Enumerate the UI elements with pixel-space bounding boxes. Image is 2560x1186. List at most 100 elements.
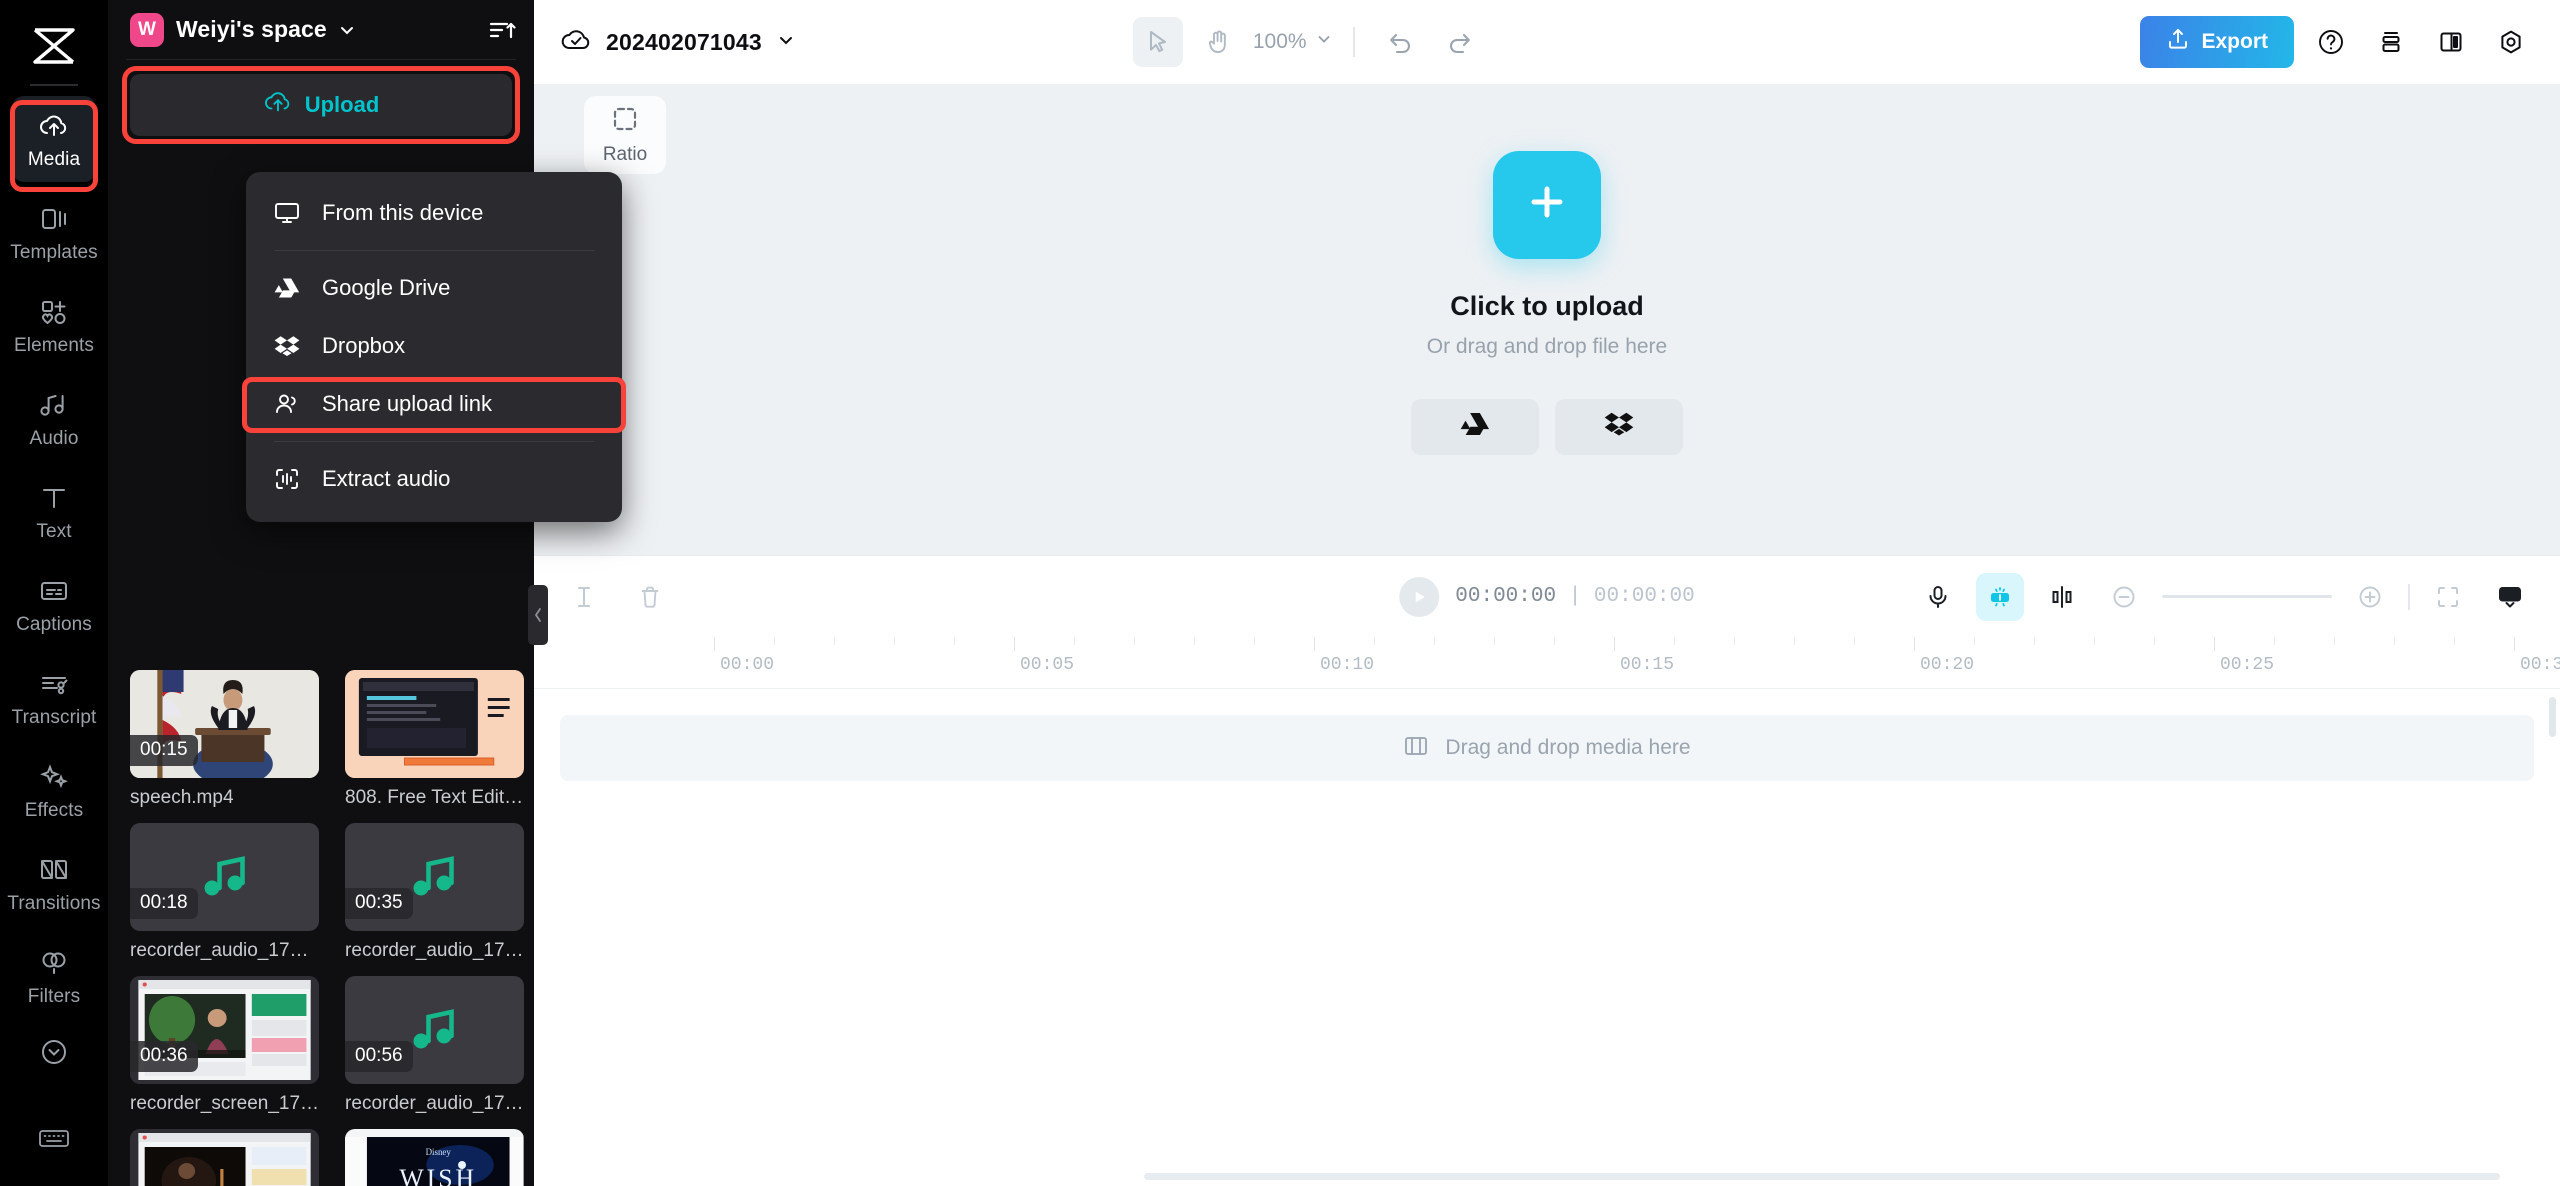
media-thumbnail[interactable]: Disney WISH 01:15 [345, 1129, 524, 1186]
menu-item-dropbox[interactable]: Dropbox [246, 317, 622, 375]
add-media-button[interactable] [1493, 151, 1601, 259]
media-item[interactable]: 00:36 recorder_screen_17… [130, 976, 319, 1115]
microphone-icon[interactable] [1914, 573, 1962, 621]
layers-icon[interactable] [2368, 19, 2414, 65]
sidebar-item-label: Transcript [12, 708, 97, 727]
chevron-down-icon[interactable] [26, 1024, 82, 1080]
timeline-dropzone[interactable]: Drag and drop media here [560, 715, 2534, 781]
redo-icon[interactable] [1435, 17, 1485, 67]
media-thumbnail[interactable]: 00:36 [130, 976, 319, 1084]
media-filename: recorder_audio_17… [345, 940, 524, 962]
sidebar-item-label: Filters [28, 987, 80, 1006]
space-name: Weiyi's space [176, 16, 327, 43]
sidebar-item-text[interactable]: Text [12, 468, 96, 554]
minus-circle-icon[interactable] [2100, 573, 2148, 621]
crop-dashed-icon [611, 105, 639, 138]
question-circle-icon[interactable] [2308, 19, 2354, 65]
menu-item-share-upload-link[interactable]: Share upload link [246, 375, 622, 433]
media-item[interactable]: 808. Free Text Edit… [345, 670, 524, 809]
media-item[interactable]: 00:57 recorder_screen_17… [130, 1129, 319, 1186]
timeline-toolbar: 00:00:00 | 00:00:00 [534, 555, 2560, 637]
export-button[interactable]: Export [2140, 16, 2294, 68]
sidebar-item-transitions[interactable]: Transitions [12, 840, 96, 926]
crop-clip-icon[interactable] [2038, 573, 2086, 621]
top-toolbar: 202402071043 100% [534, 0, 2560, 84]
menu-divider [274, 441, 594, 442]
ratio-button[interactable]: Ratio [584, 96, 666, 174]
sidebar-item-label: Elements [14, 336, 94, 355]
media-filename: recorder_audio_17… [345, 1093, 524, 1115]
sidebar-item-effects[interactable]: Effects [12, 747, 96, 833]
monitor-down-icon[interactable] [2486, 573, 2534, 621]
fit-screen-icon[interactable] [2424, 573, 2472, 621]
project-selector[interactable]: 202402071043 [560, 26, 796, 59]
zoom-level-selector[interactable]: 100% [1253, 30, 1333, 54]
menu-item-label: Google Drive [322, 275, 450, 301]
media-thumbnail[interactable]: 00:15 [130, 670, 319, 778]
media-item[interactable]: Disney WISH 01:15 202312091013.mp4 [345, 1129, 524, 1186]
hand-icon[interactable] [1193, 17, 1243, 67]
play-button[interactable] [1399, 577, 1439, 617]
dropbox-icon [274, 333, 300, 359]
split-panel-icon[interactable] [2428, 19, 2474, 65]
google-drive-import-button[interactable] [1411, 399, 1539, 455]
timeline-horizontal-scrollbar[interactable] [1144, 1173, 2500, 1180]
split-icon[interactable] [560, 573, 608, 621]
sidebar-item-media[interactable]: Media [12, 96, 96, 182]
upload-dropdown-menu: From this device Google Drive [246, 172, 622, 522]
media-item[interactable]: 00:35 recorder_audio_17… [345, 823, 524, 962]
media-placeholder-icon [1403, 734, 1429, 763]
zoom-slider[interactable] [2162, 595, 2332, 598]
dropbox-import-button[interactable] [1555, 399, 1683, 455]
chevron-left-icon[interactable] [528, 585, 548, 645]
svg-text:Disney: Disney [426, 1147, 452, 1157]
chevron-down-icon[interactable] [337, 20, 357, 40]
capcut-editor: Media Templates Elements [0, 0, 2560, 1186]
timeline-vertical-scrollbar[interactable] [2549, 697, 2556, 737]
trash-icon[interactable] [626, 573, 674, 621]
toolbar-divider [1353, 27, 1355, 57]
menu-item-google-drive[interactable]: Google Drive [246, 259, 622, 317]
sort-ascending-icon[interactable] [488, 18, 516, 42]
sidebar-item-captions[interactable]: Captions [12, 561, 96, 647]
plus-icon [1524, 179, 1570, 230]
media-thumbnail[interactable]: 00:57 [130, 1129, 319, 1186]
menu-divider [274, 250, 594, 251]
ruler-label: 00:20 [1920, 655, 1974, 675]
media-thumbnail[interactable]: 00:18 [130, 823, 319, 931]
playback-controls: 00:00:00 | 00:00:00 [1399, 577, 1694, 617]
rail-divider [30, 84, 78, 86]
sidebar-item-templates[interactable]: Templates [12, 189, 96, 275]
sidebar-item-label: Effects [25, 801, 83, 820]
sidebar-item-filters[interactable]: Filters [12, 933, 96, 1019]
sidebar-item-transcript[interactable]: Transcript [12, 654, 96, 740]
time-separator: | [1569, 585, 1582, 608]
gear-icon[interactable] [2488, 19, 2534, 65]
undo-icon[interactable] [1375, 17, 1425, 67]
sidebar-item-audio[interactable]: Audio [12, 375, 96, 461]
upload-dropzone[interactable]: Click to upload Or drag and drop file he… [1411, 151, 1683, 455]
cloud-upload-icon [37, 109, 71, 143]
export-button-label: Export [2201, 30, 2268, 54]
sidebar-item-label: Templates [10, 243, 98, 262]
media-item[interactable]: 00:15 speech.mp4 [130, 670, 319, 809]
chevron-down-icon[interactable] [776, 30, 796, 55]
upload-button[interactable]: Upload [130, 74, 512, 136]
menu-item-from-this-device[interactable]: From this device [246, 184, 622, 242]
extract-audio-icon [274, 466, 300, 492]
auto-enhance-icon[interactable] [1976, 573, 2024, 621]
timeline-ruler[interactable]: 00:00 00:05 00:10 00:15 00:20 00:25 00:3… [534, 637, 2560, 689]
media-item[interactable]: 00:56 recorder_audio_17… [345, 976, 524, 1115]
sidebar-item-label: Transitions [7, 894, 100, 913]
menu-item-extract-audio[interactable]: Extract audio [246, 450, 622, 508]
google-drive-icon [274, 275, 300, 301]
media-thumbnail[interactable]: 00:56 [345, 976, 524, 1084]
sidebar-item-elements[interactable]: Elements [12, 282, 96, 368]
menu-item-label: Extract audio [322, 466, 450, 492]
media-thumbnail[interactable] [345, 670, 524, 778]
media-item[interactable]: 00:18 recorder_audio_17… [130, 823, 319, 962]
plus-circle-icon[interactable] [2346, 573, 2394, 621]
cursor-arrow-icon[interactable] [1133, 17, 1183, 67]
media-thumbnail[interactable]: 00:35 [345, 823, 524, 931]
keyboard-icon[interactable] [26, 1110, 82, 1166]
